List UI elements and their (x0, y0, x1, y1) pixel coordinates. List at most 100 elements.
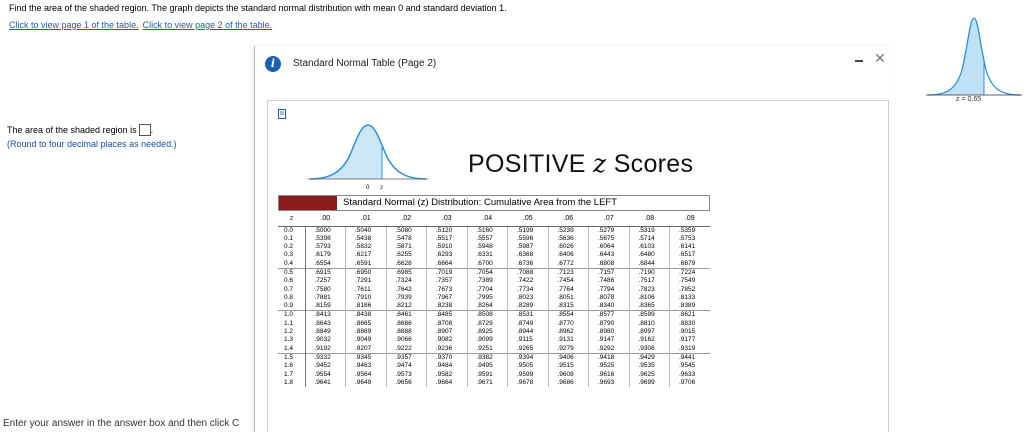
table-cell: .6217 (345, 251, 387, 260)
table-cell: .9678 (507, 378, 549, 388)
table-cell: .8686 (386, 319, 427, 329)
table-cell: .8413 (305, 310, 346, 320)
table-cell: .8849 (305, 328, 346, 337)
document-icon[interactable] (278, 109, 288, 121)
table-cell: .9582 (426, 370, 468, 379)
table-cell: .8340 (588, 302, 630, 311)
table-cell: .9192 (305, 344, 346, 354)
table-cell: .7549 (679, 277, 696, 285)
table-cell: .8264 (467, 302, 508, 311)
table-row: 1.4.9192.9207.9222.9236.9251.9265.9279.9… (278, 344, 710, 354)
table-header-row: z .00.01.02.03.04.05.06.07.08.09 (278, 211, 710, 227)
table-cell: .9066 (386, 336, 427, 345)
minimize-button[interactable] (853, 54, 865, 66)
table-cell: .5517 (426, 234, 468, 244)
table-cell: .9693 (588, 378, 630, 388)
table-cell: .9641 (305, 378, 346, 388)
table-row: 0.1.5398.5438.5478.5517.5557.5596.5636.5… (278, 234, 710, 244)
table-cell: .9292 (588, 344, 630, 354)
table-cell: .9147 (588, 336, 630, 345)
table-cell: .9484 (426, 362, 468, 371)
table-cell: .9495 (467, 362, 508, 371)
row-z-value: 1.8 (278, 378, 306, 388)
table-cell: .8438 (345, 310, 387, 320)
table-cell: .7580 (305, 285, 346, 294)
table-cell: .8389 (679, 302, 696, 310)
title-color-strip (279, 196, 337, 210)
table-cell: .9525 (588, 362, 630, 371)
table-cell: .8997 (629, 328, 670, 337)
table-cell: .7054 (467, 267, 508, 278)
table-cell: .9131 (548, 336, 589, 345)
table-cell: .6517 (679, 251, 696, 259)
bell-zero-label: 0 (366, 185, 370, 191)
row-z-value: 0.6 (278, 277, 306, 286)
table-cell: .8665 (345, 319, 387, 329)
table-cell: .8944 (507, 328, 549, 337)
view-page1-link[interactable]: Click to view page 1 of the table. (9, 20, 139, 30)
table-row: 1.1.8643.8665.8686.8708.8729.8749.8770.8… (278, 319, 710, 329)
table-cell: .7642 (386, 285, 427, 294)
table-cell: .8962 (548, 328, 589, 337)
row-z-value: 1.2 (278, 328, 306, 337)
table-cell: .9599 (507, 370, 549, 379)
header-col: .09 (669, 211, 710, 227)
table-cell: .7881 (305, 293, 346, 303)
standard-normal-table-dialog: i Standard Normal Table (Page 2) ✕ 0 z P… (254, 46, 894, 432)
view-page2-link[interactable]: Click to view page 2 of the table. (143, 20, 273, 30)
header-col: .03 (426, 211, 467, 227)
table-cell: .9279 (548, 344, 589, 354)
table-cell: .9099 (467, 336, 508, 345)
row-z-value: 1.6 (278, 362, 306, 371)
header-col: .06 (548, 211, 589, 227)
table-cell: .6628 (386, 259, 427, 269)
table-cell: .6331 (467, 251, 508, 260)
table-cell: .8830 (679, 319, 696, 327)
table-cell: .7794 (588, 285, 630, 294)
table-cell: .8186 (345, 302, 387, 311)
table-cell: .5438 (345, 234, 387, 244)
table-cell: .8599 (629, 310, 670, 320)
table-cell: .8980 (588, 328, 630, 337)
row-z-value: 0.7 (278, 285, 306, 294)
answer-prefix: The area of the shaded region is (7, 125, 137, 135)
answer-input[interactable] (138, 124, 151, 136)
table-row: 0.6.7257.7291.7324.7357.7389.7422.7454.7… (278, 277, 710, 286)
table-cell: .9591 (467, 370, 508, 379)
table-cell: .7088 (507, 267, 549, 278)
table-cell: .5000 (305, 226, 346, 235)
table-cell: .6064 (588, 243, 630, 252)
table-cell: .9332 (305, 352, 346, 363)
table-cell: .9545 (679, 362, 696, 370)
table-cell: .8531 (507, 310, 549, 320)
table-cell: .9251 (467, 344, 508, 354)
table-cell: .9222 (386, 344, 427, 354)
table-row: 1.8.9641.9649.9656.9664.9671.9678.9686.9… (278, 378, 710, 388)
table-row: 1.7.9554.9564.9573.9582.9591.9599.9608.9… (278, 370, 710, 379)
table-cell: .8133 (679, 293, 696, 301)
dialog-content[interactable]: 0 z POSITIVE z Scores Standard Normal (z… (267, 100, 889, 432)
table-cell: .9441 (669, 352, 710, 363)
table-cell: .6554 (305, 259, 346, 269)
table-cell: .5199 (507, 226, 549, 235)
table-cell: .9463 (345, 362, 387, 371)
table-cell: .5753 (679, 234, 696, 242)
table-cell: .5714 (629, 234, 670, 244)
header-z: z (278, 211, 305, 227)
table-cell: .5040 (345, 226, 387, 235)
table-cell: .9608 (548, 370, 589, 379)
table-cell: .9049 (345, 336, 387, 345)
table-cell: .8869 (345, 328, 387, 337)
table-cell: .5987 (507, 243, 549, 252)
table-cell: .9162 (629, 336, 670, 345)
close-button[interactable]: ✕ (873, 51, 887, 65)
table-cell: .9306 (629, 344, 670, 354)
heading-z: z (592, 149, 607, 178)
table-row: 0.4.6554.6591.6628.6664.6700.6736.6772.6… (278, 259, 710, 269)
round-note: (Round to four decimal places as needed.… (7, 139, 177, 149)
shaded-normal-graph (926, 17, 1022, 96)
table-cell: .9474 (386, 362, 427, 371)
table-cell: .9573 (386, 370, 427, 379)
table-cell: .8749 (507, 319, 549, 329)
table-cell: .5080 (386, 226, 427, 235)
